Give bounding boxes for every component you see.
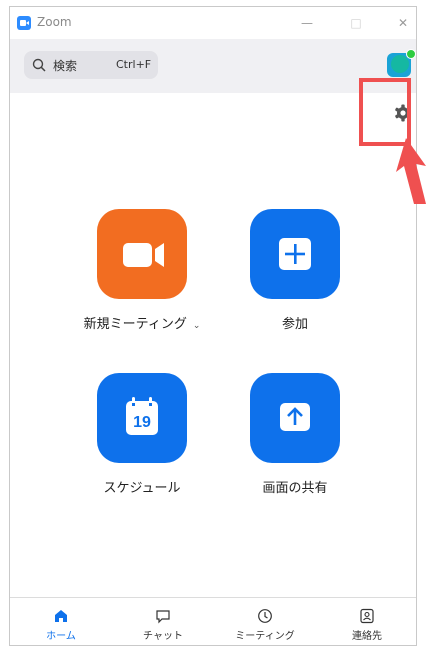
new-meeting-tile[interactable] (97, 209, 187, 299)
nav-chat-label: チャット (143, 631, 183, 642)
search-shortcut: Ctrl+F (116, 58, 152, 71)
top-bar: 検索 Ctrl+F (10, 39, 416, 93)
share-screen-label[interactable]: 画面の共有 (230, 477, 360, 496)
nav-home-label: ホーム (46, 631, 76, 642)
nav-meetings[interactable]: ミーティング (215, 598, 315, 645)
avatar[interactable] (387, 49, 416, 77)
bottom-nav: ホーム チャット ミーティング 連絡先 (10, 597, 416, 645)
close-button[interactable]: ✕ (389, 13, 416, 33)
chevron-down-icon[interactable]: ⌄ (193, 321, 201, 331)
new-meeting-label[interactable]: 新規ミーティング ⌄ (77, 313, 207, 332)
share-screen-tile[interactable] (250, 373, 340, 463)
title-bar: Zoom — □ ✕ (10, 7, 416, 39)
zoom-logo-icon (17, 16, 31, 30)
nav-contacts-label: 連絡先 (352, 631, 382, 642)
zoom-window: Zoom — □ ✕ 検索 Ctrl+F 新規ミーティング ⌄ 参加 19 スケ… (9, 6, 417, 646)
contacts-icon (360, 608, 374, 624)
schedule-tile[interactable]: 19 (97, 373, 187, 463)
clock-icon (258, 609, 272, 623)
nav-home[interactable]: ホーム (11, 598, 111, 645)
chat-icon (156, 610, 170, 624)
calendar-day: 19 (133, 414, 151, 431)
maximize-button[interactable]: □ (342, 13, 370, 33)
window-title: Zoom (37, 15, 72, 29)
nav-contacts[interactable]: 連絡先 (317, 598, 416, 645)
minimize-button[interactable]: — (293, 13, 321, 33)
home-icon (55, 610, 67, 622)
search-label: 検索 (53, 59, 78, 73)
online-status-dot (406, 49, 416, 59)
nav-chat[interactable]: チャット (113, 598, 213, 645)
video-camera-icon (123, 243, 164, 267)
pointer-arrow-icon (396, 138, 426, 204)
search-icon (32, 58, 46, 72)
plus-icon (279, 238, 311, 270)
search-box[interactable]: 検索 Ctrl+F (24, 51, 158, 79)
nav-meetings-label: ミーティング (235, 631, 295, 642)
schedule-label[interactable]: スケジュール (77, 477, 207, 496)
share-up-arrow-icon (280, 403, 310, 431)
calendar-icon: 19 (126, 397, 158, 435)
join-label[interactable]: 参加 (230, 313, 360, 332)
join-tile[interactable] (250, 209, 340, 299)
